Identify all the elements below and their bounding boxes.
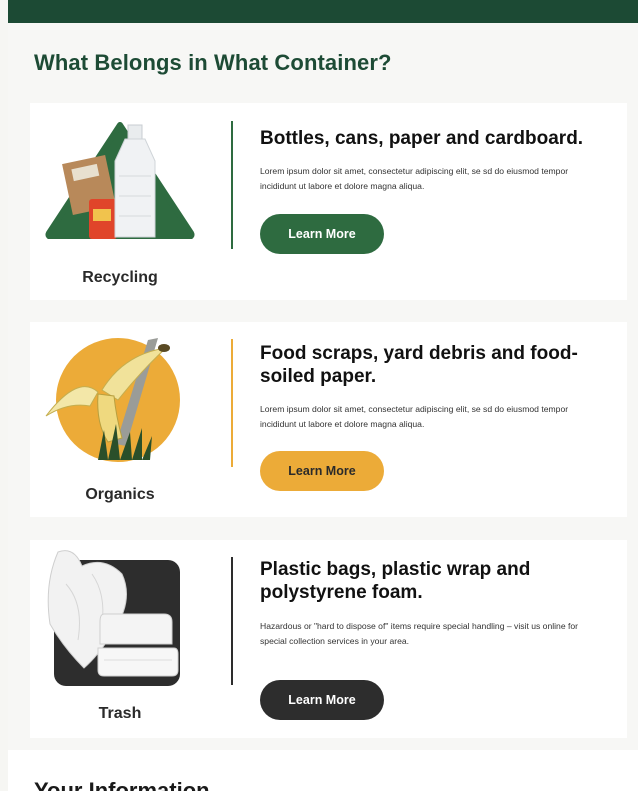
container-description: Lorem ipsum dolor sit amet, consectetur … [260,166,569,191]
learn-more-button-recycling[interactable]: Learn More [260,214,384,254]
top-header-bar [8,0,638,23]
section-divider [231,557,233,685]
learn-more-button-trash[interactable]: Learn More [260,680,384,720]
container-label: Recycling [82,269,158,286]
container-description: Lorem ipsum dolor sit amet, consectetur … [260,404,569,429]
container-card-organics: Organics Food scraps, yard debris and fo… [30,322,627,517]
page-title: What Belongs in What Container? [34,50,392,75]
container-card-recycling: Recycling Bottles, cans, paper and cardb… [30,103,627,300]
trash-square-icon [47,550,180,686]
learn-more-button-organics[interactable]: Learn More [260,451,384,491]
recycling-image-area: Recycling [30,103,210,300]
container-label: Trash [98,705,142,722]
container-heading: Food scraps, yard debris and food-soiled… [260,343,578,387]
container-heading: Plastic bags, plastic wrap and polystyre… [260,559,531,603]
container-description: Hazardous or "hard to dispose of" items … [260,621,579,646]
organics-circle-icon [45,338,180,462]
next-section-title: Your Information [34,778,210,791]
container-heading: Bottles, cans, paper and cardboard. [260,128,584,149]
container-card-trash: Trash Plastic bags, plastic wrap and pol… [30,540,627,738]
aluminum-can-icon [89,199,117,239]
section-divider [231,339,233,467]
section-divider [231,121,233,249]
recycling-triangle-icon [45,122,195,239]
organics-image-area: Organics [30,322,210,517]
trash-image-area: Trash [30,540,210,738]
container-label: Organics [85,486,155,503]
